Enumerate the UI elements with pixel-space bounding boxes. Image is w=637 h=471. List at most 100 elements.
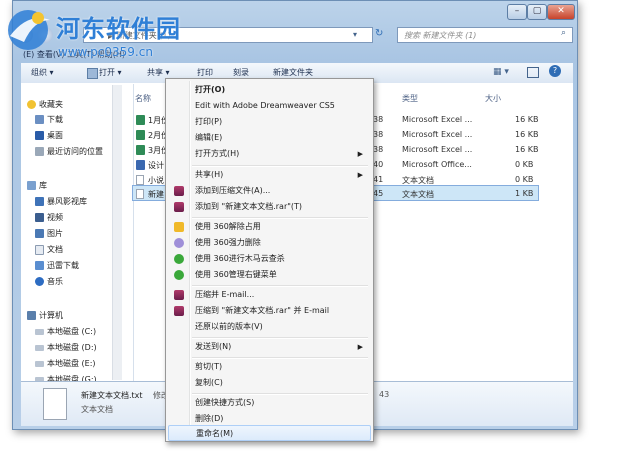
- shield-360-icon: [174, 270, 184, 280]
- menu-item-print[interactable]: 打印(P): [168, 114, 371, 130]
- menu-item-360-unlock[interactable]: 使用 360解除占用: [168, 219, 371, 235]
- menu-item-add-rar[interactable]: 添加到 "新建文本文档.rar"(T): [168, 199, 371, 215]
- menu-item-compress-email[interactable]: 压缩并 E-mail...: [168, 287, 371, 303]
- preview-pane-icon[interactable]: [527, 67, 539, 78]
- xunlei-download-icon: [35, 261, 44, 270]
- nav-computer[interactable]: 计算机: [27, 309, 63, 323]
- submenu-arrow-icon: ▶: [357, 171, 363, 179]
- address-dropdown-icon[interactable]: ▾: [353, 30, 357, 39]
- nav-downloads-label: 下载: [47, 115, 63, 124]
- star-icon: [27, 100, 36, 109]
- menu-item-label: 打印(P): [195, 117, 223, 126]
- refresh-icon[interactable]: ↻: [375, 28, 383, 39]
- view-options-icon[interactable]: ▦ ▾: [493, 67, 509, 77]
- video-library-icon: [35, 197, 44, 206]
- file-modified: 38: [373, 115, 384, 124]
- winrar-icon: [174, 186, 184, 196]
- submenu-arrow-icon: ▶: [357, 343, 363, 351]
- menu-item-share[interactable]: 共享(H) ▶: [168, 167, 371, 183]
- file-type: Microsoft Office...: [402, 160, 472, 169]
- help-icon[interactable]: ?: [549, 65, 561, 77]
- nav-xunlei[interactable]: 迅雷下载: [35, 259, 79, 273]
- winrar-icon: [174, 290, 184, 300]
- menu-item-rename[interactable]: 重命名(M): [168, 425, 371, 441]
- nav-desktop-label: 桌面: [47, 131, 63, 140]
- menu-item-compress-rar-email[interactable]: 压缩到 "新建文本文档.rar" 并 E-mail: [168, 303, 371, 319]
- nav-downloads[interactable]: 下载: [35, 113, 63, 127]
- watermark: [4, 6, 56, 55]
- submenu-arrow-icon: ▶: [357, 150, 363, 158]
- menu-item-send-to[interactable]: 发送到(N) ▶: [168, 339, 371, 355]
- menu-item-label: 打开方式(H): [195, 149, 240, 158]
- menu-item-label: 使用 360解除占用: [195, 222, 261, 231]
- text-file-icon: [136, 175, 144, 185]
- share-button[interactable]: 共享 ▾: [147, 67, 170, 78]
- minimize-button[interactable]: –: [507, 4, 527, 20]
- text-file-large-icon: [43, 388, 67, 420]
- search-icon[interactable]: ⌕: [561, 28, 566, 38]
- drive-icon: [35, 344, 44, 351]
- nav-xunlei-label: 迅雷下载: [47, 261, 79, 270]
- menu-item-label: Edit with Adobe Dreamweaver CS5: [195, 101, 335, 110]
- menu-item-360-manage-menu[interactable]: 使用 360管理右键菜单: [168, 267, 371, 283]
- menu-item-360-trojan-scan[interactable]: 使用 360进行木马云查杀: [168, 251, 371, 267]
- column-name-header[interactable]: 名称: [135, 93, 151, 104]
- menu-item-cut[interactable]: 剪切(T): [168, 359, 371, 375]
- print-button[interactable]: 打印: [197, 67, 213, 78]
- column-type-header[interactable]: 类型: [402, 93, 418, 104]
- nav-music[interactable]: 音乐: [35, 275, 63, 289]
- nav-videos[interactable]: 视频: [35, 211, 63, 225]
- organize-button[interactable]: 组织 ▾: [31, 67, 54, 78]
- menu-item-edit-dreamweaver[interactable]: Edit with Adobe Dreamweaver CS5: [168, 98, 371, 114]
- nav-storm[interactable]: 暴风影视库: [35, 195, 87, 209]
- column-size-header[interactable]: 大小: [485, 93, 501, 104]
- details-time: 43: [379, 390, 390, 399]
- file-type: Microsoft Excel ...: [402, 130, 473, 139]
- menu-item-label: 编辑(E): [195, 133, 223, 142]
- unlock-360-icon: [174, 222, 184, 232]
- nav-drive-c[interactable]: 本地磁盘 (C:): [35, 325, 96, 339]
- file-size: 1 KB: [515, 189, 534, 198]
- maximize-button[interactable]: ▢: [527, 4, 547, 20]
- shield-360-icon: [174, 254, 184, 264]
- open-button[interactable]: 打开 ▾: [99, 67, 122, 78]
- menu-item-label: 重命名(M): [196, 429, 234, 438]
- videos-icon: [35, 213, 44, 222]
- menu-item-edit[interactable]: 编辑(E): [168, 130, 371, 146]
- menu-item-create-shortcut[interactable]: 创建快捷方式(S): [168, 395, 371, 411]
- nav-libraries-label: 库: [39, 181, 47, 190]
- nav-libraries[interactable]: 库: [27, 179, 47, 193]
- menu-item-open-with[interactable]: 打开方式(H) ▶: [168, 146, 371, 162]
- menu-item-360-force-delete[interactable]: 使用 360强力删除: [168, 235, 371, 251]
- menu-item-label: 压缩到 "新建文本文档.rar" 并 E-mail: [195, 306, 330, 315]
- close-button[interactable]: ✕: [547, 4, 575, 20]
- file-size: 16 KB: [515, 130, 539, 139]
- nav-recent[interactable]: 最近访问的位置: [35, 145, 103, 159]
- menu-item-copy[interactable]: 复制(C): [168, 375, 371, 391]
- nav-pictures-label: 图片: [47, 229, 63, 238]
- nav-drive-d[interactable]: 本地磁盘 (D:): [35, 341, 97, 355]
- excel-file-icon: [136, 145, 145, 155]
- file-modified: 38: [373, 145, 384, 154]
- menu-item-label: 共享(H): [195, 170, 224, 179]
- nav-pictures[interactable]: 图片: [35, 227, 63, 241]
- burn-button[interactable]: 刻录: [233, 67, 249, 78]
- library-icon: [27, 181, 36, 190]
- nav-desktop[interactable]: 桌面: [35, 129, 63, 143]
- office-file-icon: [136, 160, 145, 170]
- nav-documents[interactable]: 文档: [35, 243, 63, 257]
- nav-drive-e[interactable]: 本地磁盘 (E:): [35, 357, 96, 371]
- new-folder-button[interactable]: 新建文件夹: [273, 67, 313, 78]
- excel-file-icon: [136, 115, 145, 125]
- menu-item-add-archive[interactable]: 添加到压缩文件(A)...: [168, 183, 371, 199]
- menu-item-open[interactable]: 打开(O): [168, 82, 371, 98]
- nav-favorites[interactable]: 收藏夹: [27, 98, 63, 112]
- nav-computer-label: 计算机: [39, 311, 63, 320]
- music-icon: [35, 277, 44, 286]
- drive-icon: [35, 328, 44, 335]
- documents-icon: [35, 244, 44, 255]
- file-name: 设计: [148, 161, 164, 170]
- menu-item-restore-versions[interactable]: 还原以前的版本(V): [168, 319, 371, 335]
- nav-scrollbar[interactable]: [112, 85, 122, 380]
- search-input[interactable]: 搜索 新建文件夹 (1): [397, 27, 573, 43]
